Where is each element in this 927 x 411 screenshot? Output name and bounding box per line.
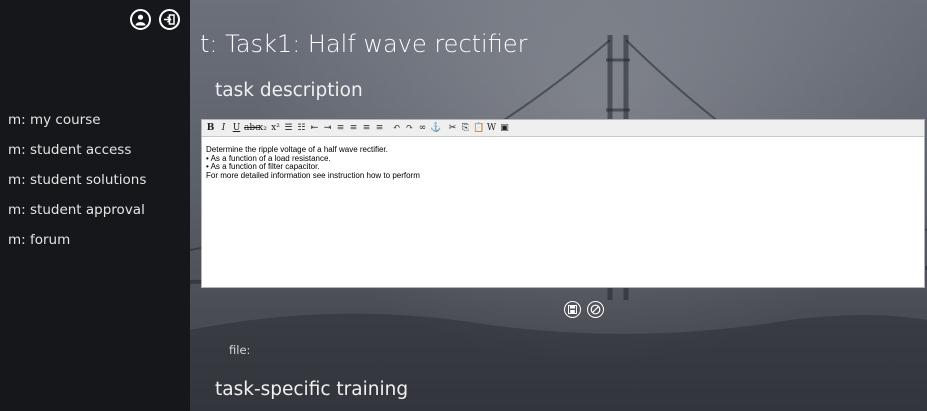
task-specific-training-heading: task-specific training bbox=[215, 379, 409, 400]
html-source-icon[interactable]: ▣ bbox=[499, 122, 510, 134]
copy-icon[interactable]: ⎘ bbox=[460, 122, 471, 134]
page-title: t: Task1: Half wave rectifier bbox=[200, 30, 528, 58]
sidebar-item-my-course[interactable]: m: my course bbox=[8, 110, 146, 140]
justify-icon[interactable]: ≡ bbox=[374, 122, 385, 134]
sidebar-item-student-solutions[interactable]: m: student solutions bbox=[8, 170, 146, 200]
strikethrough-icon[interactable]: abc bbox=[244, 122, 260, 134]
indent-icon[interactable]: ⇥ bbox=[322, 122, 333, 134]
align-center-icon[interactable]: ≡ bbox=[348, 122, 359, 134]
save-icon[interactable] bbox=[564, 301, 581, 318]
logout-icon[interactable] bbox=[159, 9, 180, 30]
redo-icon[interactable]: ↷ bbox=[404, 122, 415, 134]
bold-icon[interactable]: B bbox=[205, 122, 216, 134]
underline-icon[interactable]: U bbox=[231, 122, 242, 134]
subscript-icon[interactable]: x₂ bbox=[257, 122, 268, 134]
task-description-heading: task description bbox=[215, 80, 363, 101]
italic-icon[interactable]: I bbox=[218, 122, 229, 134]
align-right-icon[interactable]: ≡ bbox=[361, 122, 372, 134]
anchor-icon[interactable]: ⚓ bbox=[430, 122, 441, 134]
link-icon[interactable]: ∞ bbox=[417, 122, 428, 134]
sidebar: m: my course m: student access m: studen… bbox=[0, 0, 190, 411]
editor-actions bbox=[564, 301, 604, 318]
paste-word-icon[interactable]: W bbox=[486, 122, 497, 134]
file-label: file: bbox=[229, 343, 251, 357]
sidebar-item-student-access[interactable]: m: student access bbox=[8, 140, 146, 170]
superscript-icon[interactable]: x² bbox=[270, 122, 281, 134]
user-icon[interactable] bbox=[130, 9, 151, 30]
editor-line: For more detailed information see instru… bbox=[206, 170, 420, 180]
undo-icon[interactable]: ↶ bbox=[391, 122, 402, 134]
sidebar-item-student-approval[interactable]: m: student approval bbox=[8, 200, 146, 230]
sidebar-top-icons bbox=[130, 9, 180, 30]
sidebar-nav: m: my course m: student access m: studen… bbox=[8, 110, 146, 260]
rich-text-editor[interactable]: B I Uabc x₂ x² ☰ ☷ ⇤ ⇥ ≡ ≡ ≡ ≡ ↶ ↷ ∞ ⚓ ✂ ⎘ 📋 W ▣ Determine th… bbox=[201, 119, 925, 288]
numbered-list-icon[interactable]: ☷ bbox=[296, 122, 307, 134]
bullet-list-icon[interactable]: ☰ bbox=[283, 122, 294, 134]
editor-content[interactable]: Determine the ripple voltage of a half w… bbox=[202, 137, 924, 180]
align-left-icon[interactable]: ≡ bbox=[335, 122, 346, 134]
outdent-icon[interactable]: ⇤ bbox=[309, 122, 320, 134]
cut-icon[interactable]: ✂ bbox=[447, 122, 458, 134]
cancel-icon[interactable] bbox=[587, 301, 604, 318]
paste-icon[interactable]: 📋 bbox=[473, 122, 484, 134]
editor-toolbar: B I Uabc x₂ x² ☰ ☷ ⇤ ⇥ ≡ ≡ ≡ ≡ ↶ ↷ ∞ ⚓ ✂ ⎘ 📋 W ▣ bbox=[202, 120, 924, 137]
main-content: t: Task1: Half wave rectifier task descr… bbox=[190, 0, 927, 411]
sidebar-item-forum[interactable]: m: forum bbox=[8, 230, 146, 260]
